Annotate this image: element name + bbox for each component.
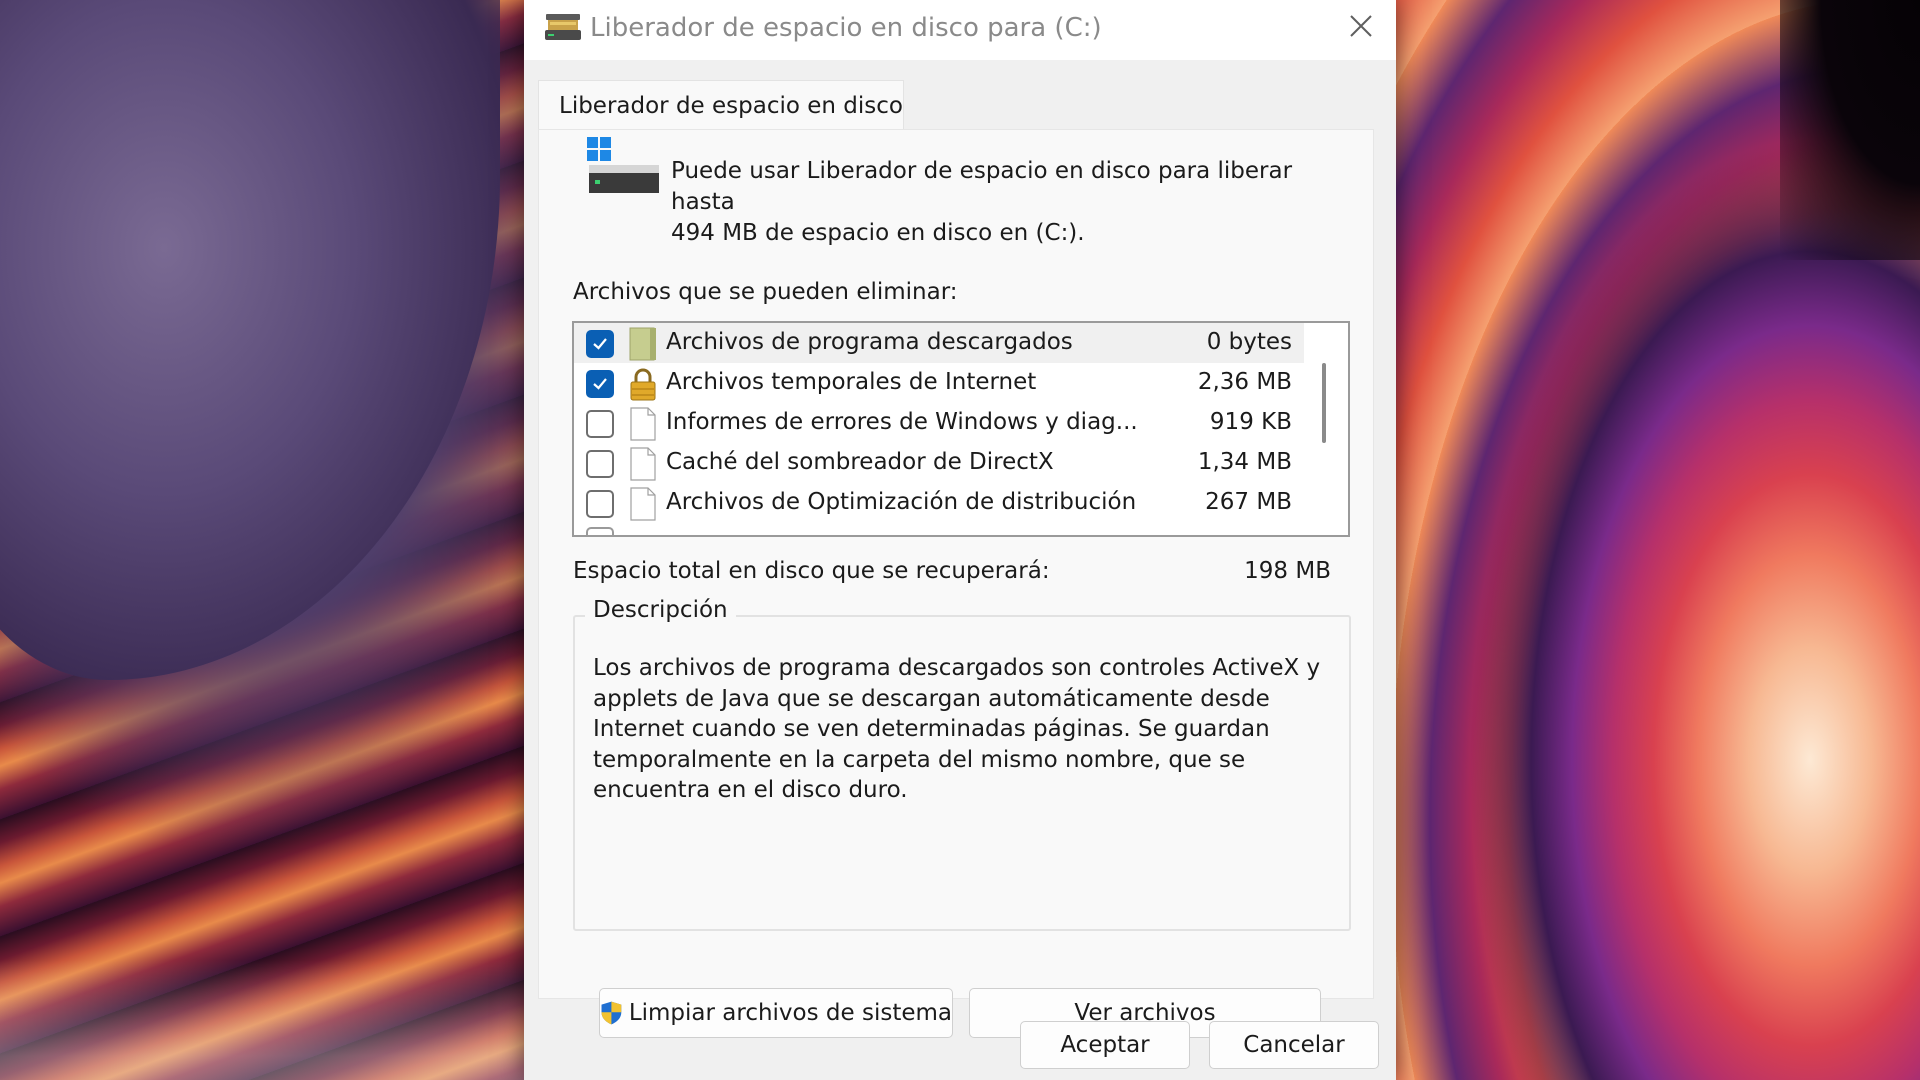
file-row-downloaded-programs[interactable]: Archivos de programa descargados 0 bytes <box>574 323 1306 363</box>
checkbox-temp-internet[interactable] <box>586 370 614 398</box>
windows-drive-icon <box>587 137 659 193</box>
file-row-directx-shader-cache[interactable]: Caché del sombreador de DirectX 1,34 MB <box>574 443 1306 483</box>
file-size: 0 bytes <box>1206 329 1292 355</box>
file-name: Archivos temporales de Internet <box>666 369 1037 395</box>
description-group: Descripción Los archivos de programa des… <box>573 597 1351 1038</box>
title-bar[interactable]: Liberador de espacio en disco para (C:) <box>524 0 1396 60</box>
total-space-label: Espacio total en disco que se recuperará… <box>573 558 1050 584</box>
file-size: 919 KB <box>1209 409 1292 435</box>
total-space-value: 198 MB <box>1244 558 1331 584</box>
scrollbar-thumb[interactable] <box>1322 363 1326 443</box>
document-icon <box>630 487 656 521</box>
window-title: Liberador de espacio en disco para (C:) <box>590 13 1102 43</box>
file-row-temp-internet[interactable]: Archivos temporales de Internet 2,36 MB <box>574 363 1306 403</box>
clean-system-files-button[interactable]: Limpiar archivos de sistema <box>599 988 953 1038</box>
files-list[interactable]: Archivos de programa descargados 0 bytes… <box>572 321 1350 537</box>
file-name: Archivos de Optimización de distribución <box>666 489 1137 515</box>
description-legend: Descripción <box>585 597 736 623</box>
file-size: 267 MB <box>1205 489 1292 515</box>
description-text: Los archivos de programa descargados son… <box>593 655 1321 803</box>
disk-cleanup-dialog: Liberador de espacio en disco para (C:) … <box>524 0 1396 1080</box>
intro-text: Puede usar Liberador de espacio en disco… <box>671 156 1361 249</box>
wallpaper-left-section <box>0 0 540 1080</box>
document-icon <box>630 447 656 481</box>
checkbox-downloaded-programs[interactable] <box>586 330 614 358</box>
uac-shield-icon <box>601 1001 622 1025</box>
intro-line-2: 494 MB de espacio en disco en (C:). <box>671 220 1085 246</box>
file-name: Caché del sombreador de DirectX <box>666 449 1054 475</box>
file-size: 2,36 MB <box>1197 369 1292 395</box>
checkmark-icon <box>593 378 607 390</box>
folder-icon <box>629 327 656 361</box>
file-row-delivery-optimization[interactable]: Archivos de Optimización de distribución… <box>574 483 1306 523</box>
file-row-windows-error-reports[interactable]: Informes de errores de Windows y diag...… <box>574 403 1306 443</box>
file-name: Archivos de programa descargados <box>666 329 1073 355</box>
next-row-checkbox-partial <box>586 527 614 535</box>
tab-panel: Puede usar Liberador de espacio en disco… <box>538 129 1374 1038</box>
cancel-button[interactable]: Cancelar <box>1209 1021 1379 1069</box>
disk-cleanup-icon <box>545 14 581 40</box>
ok-button[interactable]: Aceptar <box>1020 1021 1190 1069</box>
file-name: Informes de errores de Windows y diag... <box>666 409 1138 435</box>
files-list-label: Archivos que se pueden eliminar: <box>573 279 958 305</box>
checkmark-icon <box>593 338 607 350</box>
close-icon <box>1350 15 1372 37</box>
checkbox-delivery-optimization[interactable] <box>586 490 614 518</box>
intro-line-1: Puede usar Liberador de espacio en disco… <box>671 158 1293 215</box>
close-button[interactable] <box>1326 0 1396 52</box>
clean-system-files-label: Limpiar archivos de sistema <box>628 1000 952 1026</box>
document-icon <box>630 407 656 441</box>
tab-disk-cleanup[interactable]: Liberador de espacio en disco <box>538 80 904 130</box>
checkbox-windows-error-reports[interactable] <box>586 410 614 438</box>
files-list-scrollbar[interactable] <box>1304 323 1348 535</box>
checkbox-directx-shader-cache[interactable] <box>586 450 614 478</box>
lock-icon <box>630 368 656 401</box>
file-size: 1,34 MB <box>1197 449 1292 475</box>
wallpaper-right-section <box>1390 0 1920 1080</box>
